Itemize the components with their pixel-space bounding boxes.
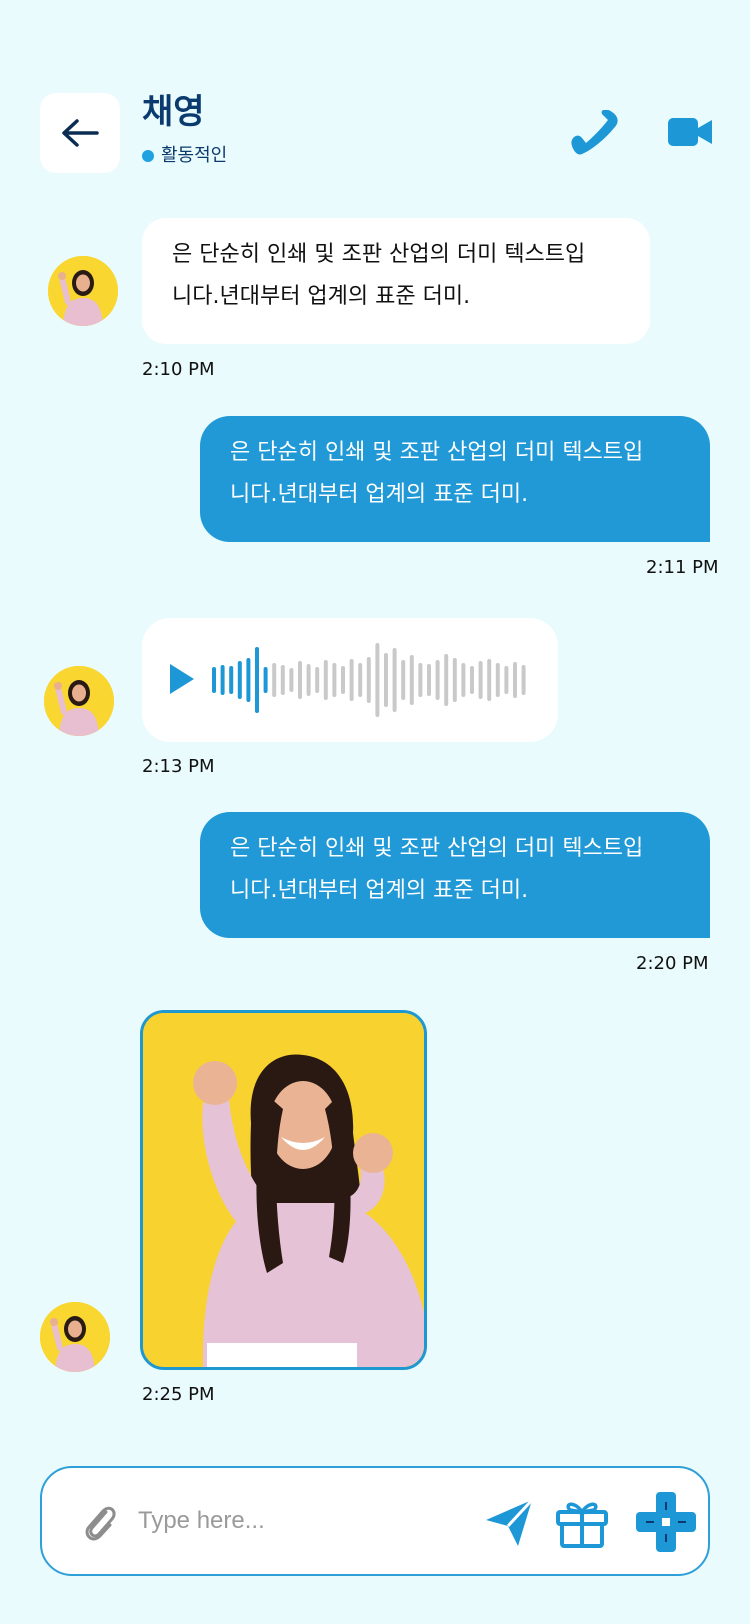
online-status-dot <box>142 150 154 162</box>
video-camera-icon <box>668 118 712 146</box>
games-button[interactable] <box>634 1490 698 1554</box>
gift-button[interactable] <box>554 1496 610 1550</box>
contact-avatar[interactable] <box>40 1302 110 1372</box>
online-status: 활동적인 <box>142 145 227 167</box>
avatar-photo <box>44 666 114 736</box>
message-timestamp: 2:25 PM <box>142 1384 215 1405</box>
message-bubble-outgoing[interactable]: 은 단순히 인쇄 및 조판 산업의 더미 텍스트입 니다.년대부터 업계의 표준… <box>200 416 710 542</box>
avatar-photo <box>40 1302 110 1372</box>
back-button[interactable] <box>40 93 120 173</box>
shared-photo <box>143 1013 424 1367</box>
message-text-line: 은 단순히 인쇄 및 조판 산업의 더미 텍스트입 <box>230 836 644 861</box>
message-input[interactable] <box>138 1496 438 1546</box>
message-text-line: 니다.년대부터 업계의 표준 더미. <box>172 284 471 309</box>
message-composer <box>40 1466 710 1576</box>
voice-message-bubble[interactable] <box>142 618 558 742</box>
message-timestamp: 2:10 PM <box>142 359 215 380</box>
attach-button[interactable] <box>82 1502 118 1542</box>
chat-header: 채영 활동적인 <box>0 0 750 190</box>
message-text-line: 니다.년대부터 업계의 표준 더미. <box>230 482 529 507</box>
message-text-line: 은 단순히 인쇄 및 조판 산업의 더미 텍스트입 <box>230 440 644 465</box>
message-timestamp: 2:11 PM <box>646 557 719 578</box>
message-timestamp: 2:13 PM <box>142 756 215 777</box>
contact-name: 채영 <box>142 92 205 132</box>
audio-waveform[interactable] <box>210 642 540 718</box>
paperclip-icon <box>85 1506 116 1541</box>
gamepad-icon <box>636 1492 696 1552</box>
contact-avatar[interactable] <box>48 256 118 326</box>
play-icon[interactable] <box>168 662 196 696</box>
contact-avatar[interactable] <box>44 666 114 736</box>
send-button[interactable] <box>482 1496 536 1550</box>
message-bubble-incoming[interactable]: 은 단순히 인쇄 및 조판 산업의 더미 텍스트입 니다.년대부터 업계의 표준… <box>142 218 650 344</box>
message-timestamp: 2:20 PM <box>636 953 709 974</box>
status-text: 활동적인 <box>161 145 228 166</box>
video-call-button[interactable] <box>668 112 712 152</box>
gift-icon <box>556 1502 608 1548</box>
image-message[interactable] <box>140 1010 427 1370</box>
voice-call-button[interactable] <box>568 109 620 158</box>
message-bubble-outgoing[interactable]: 은 단순히 인쇄 및 조판 산업의 더미 텍스트입 니다.년대부터 업계의 표준… <box>200 812 710 938</box>
send-icon <box>486 1498 534 1546</box>
message-text-line: 은 단순히 인쇄 및 조판 산업의 더미 텍스트입 <box>172 242 586 267</box>
message-text-line: 니다.년대부터 업계의 표준 더미. <box>230 878 529 903</box>
avatar-photo <box>48 256 118 326</box>
back-arrow-icon <box>62 119 99 147</box>
phone-icon <box>571 109 618 155</box>
